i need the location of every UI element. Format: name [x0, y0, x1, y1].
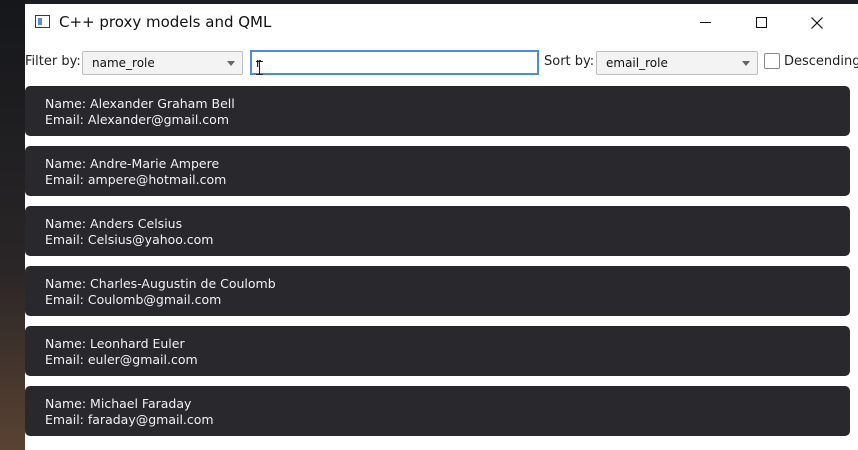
minimize-button[interactable] — [682, 4, 728, 41]
contact-email: Email: Alexander@gmail.com — [45, 112, 229, 127]
filter-label: Filter by: — [25, 54, 81, 69]
contact-name: Name: Leonhard Euler — [45, 336, 185, 351]
list-item[interactable]: Name: Alexander Graham Bell Email: Alexa… — [25, 86, 850, 136]
close-icon — [811, 16, 823, 29]
filter-role-value: name_role — [92, 56, 155, 70]
contact-list[interactable]: Name: Alexander Graham Bell Email: Alexa… — [25, 86, 858, 450]
sort-role-value: email_role — [606, 56, 668, 70]
minimize-icon — [699, 22, 711, 23]
contact-name: Name: Andre-Marie Ampere — [45, 156, 220, 171]
list-item[interactable]: Name: Charles-Augustin de Coulomb Email:… — [25, 266, 850, 316]
sort-role-combobox[interactable]: email_role — [596, 51, 758, 75]
filter-text-input[interactable] — [250, 50, 539, 75]
contact-name: Name: Charles-Augustin de Coulomb — [45, 276, 276, 291]
descending-label[interactable]: Descending — [784, 54, 858, 69]
filter-toolbar: Filter by: name_role Sort by: email_role… — [25, 41, 858, 86]
contact-email: Email: euler@gmail.com — [45, 352, 198, 367]
list-item[interactable]: Name: Leonhard Euler Email: euler@gmail.… — [25, 326, 850, 376]
app-window: C++ proxy models and QML Filter by: name… — [25, 4, 858, 450]
chevron-down-icon — [742, 61, 750, 66]
maximize-button[interactable] — [738, 4, 784, 41]
maximize-icon — [755, 17, 767, 28]
contact-name: Name: Alexander Graham Bell — [45, 96, 235, 111]
contact-email: Email: faraday@gmail.com — [45, 412, 214, 427]
chevron-down-icon — [227, 61, 235, 66]
close-button[interactable] — [794, 4, 840, 41]
text-cursor-icon — [256, 61, 263, 75]
contact-name: Name: Michael Faraday — [45, 396, 192, 411]
sort-label: Sort by: — [544, 54, 595, 69]
title-bar[interactable]: C++ proxy models and QML — [25, 4, 858, 41]
list-item[interactable]: Name: Anders Celsius Email: Celsius@yaho… — [25, 206, 850, 256]
filter-role-combobox[interactable]: name_role — [82, 51, 243, 75]
descending-checkbox[interactable] — [764, 53, 780, 69]
app-window-icon — [35, 15, 50, 28]
list-item[interactable]: Name: Michael Faraday Email: faraday@gma… — [25, 386, 850, 436]
desktop-background — [0, 0, 25, 450]
list-item[interactable]: Name: Andre-Marie Ampere Email: ampere@h… — [25, 146, 850, 196]
contact-email: Email: ampere@hotmail.com — [45, 172, 227, 187]
window-title: C++ proxy models and QML — [59, 13, 272, 31]
contact-email: Email: Coulomb@gmail.com — [45, 292, 222, 307]
contact-name: Name: Anders Celsius — [45, 216, 183, 231]
contact-email: Email: Celsius@yahoo.com — [45, 232, 214, 247]
